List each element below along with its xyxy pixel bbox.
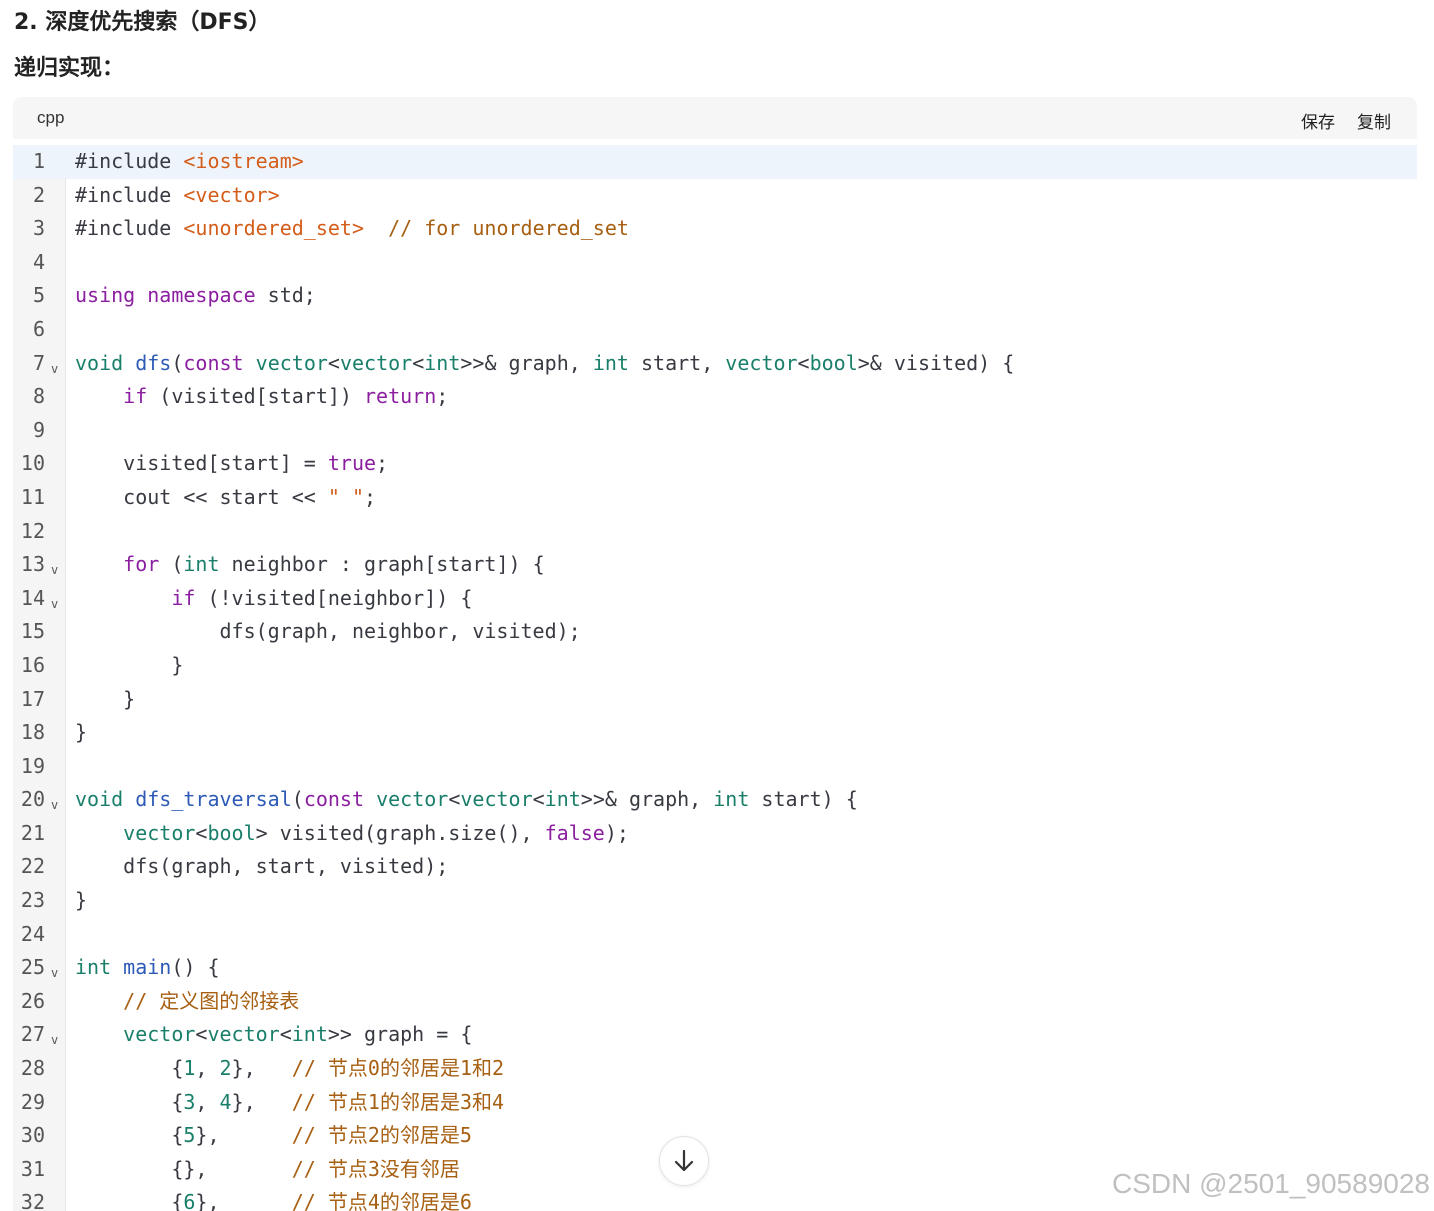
code-text: void dfs_traversal(const vector<vector<i… xyxy=(75,787,858,812)
code-line: 25 v int main() { xyxy=(13,951,1417,985)
code-text: {5}, // 节点2的邻居是5 xyxy=(75,1123,472,1148)
code-text: void dfs(const vector<vector<int>>& grap… xyxy=(75,350,1015,375)
code-line: 2 #include <vector> xyxy=(13,179,1417,213)
line-number: 27 xyxy=(20,1022,45,1047)
code-text: for (int neighbor : graph[start]) { xyxy=(123,552,545,577)
copy-button[interactable]: 复制 xyxy=(1357,108,1391,133)
line-number: 25 xyxy=(20,955,45,980)
code-text: } xyxy=(75,686,136,711)
subsection-heading: 递归实现： xyxy=(14,56,125,81)
code-line: 4 xyxy=(13,246,1417,280)
line-number: 26 xyxy=(20,988,45,1013)
code-text: int main() { xyxy=(75,955,220,980)
line-number: 30 xyxy=(20,1123,45,1148)
arrow-down-icon xyxy=(674,1149,694,1172)
code-text: vector<bool> visited(graph.size(), false… xyxy=(123,820,629,845)
code-text: dfs(graph, start, visited); xyxy=(75,854,449,879)
code-line: 30 {5}, // 节点2的邻居是5 xyxy=(13,1119,1417,1153)
line-number: 18 xyxy=(20,720,45,745)
code-line: 7 v void dfs(const vector<vector<int>>& gr… xyxy=(13,347,1417,381)
code-line: 19 xyxy=(13,750,1417,784)
line-number: 11 xyxy=(20,484,45,509)
code-line: 22 dfs(graph, start, visited); xyxy=(13,850,1417,884)
code-line: 27 v vector<vector<int>> graph = { xyxy=(13,1018,1417,1052)
line-number: 13 xyxy=(20,552,45,577)
code-line: 29 {3, 4}, // 节点1的邻居是3和4 xyxy=(13,1086,1417,1120)
code-line: 3 #include <unordered_set> // for unorder… xyxy=(13,212,1417,246)
line-number: 19 xyxy=(20,753,45,778)
code-text: // 定义图的邻接表 xyxy=(123,988,300,1013)
code-text: {6}, // 节点4的邻居是6 xyxy=(75,1190,472,1211)
code-line: 24 xyxy=(13,918,1417,952)
code-line: 9 xyxy=(13,414,1417,448)
code-line: 6 xyxy=(13,313,1417,347)
line-number: 10 xyxy=(20,451,45,476)
code-text: vector<vector<int>> graph = { xyxy=(123,1022,473,1047)
code-text: using namespace std; xyxy=(75,283,316,308)
line-number: 9 xyxy=(32,417,45,442)
line-number: 22 xyxy=(20,854,45,879)
code-line: 10 visited[start] = true; xyxy=(13,447,1417,481)
line-number: 5 xyxy=(32,283,45,308)
line-number: 7 xyxy=(32,350,45,375)
line-number: 32 xyxy=(20,1190,45,1211)
code-text: dfs(graph, neighbor, visited); xyxy=(75,619,581,644)
code-line: 20 v void dfs_traversal(const vector<vecto… xyxy=(13,783,1417,817)
line-number: 15 xyxy=(20,619,45,644)
line-number: 14 xyxy=(20,585,45,610)
line-number: 6 xyxy=(32,316,45,341)
code-line: 23} xyxy=(13,884,1417,918)
code-text: #include <vector> xyxy=(75,182,280,207)
code-line: 17 } xyxy=(13,683,1417,717)
code-line: 16 } xyxy=(13,649,1417,683)
code-line: 5 using namespace std; xyxy=(13,279,1417,313)
line-number: 1 xyxy=(32,149,45,173)
code-text: } xyxy=(75,888,88,913)
code-line: 1 #include <iostream> xyxy=(13,145,1417,179)
code-text: if (!visited[neighbor]) { xyxy=(171,585,473,610)
code-toolbar: cpp 保存 复制 xyxy=(13,97,1417,139)
code-text: {}, // 节点3没有邻居 xyxy=(75,1156,460,1181)
code-language-label: cpp xyxy=(37,108,65,127)
code-line: 21 vector<bool> visited(graph.size(), fa… xyxy=(13,817,1417,851)
watermark: CSDN @2501_90589028 xyxy=(1112,1168,1430,1199)
line-number: 2 xyxy=(32,182,45,207)
code-line: 18} xyxy=(13,716,1417,750)
line-number: 31 xyxy=(20,1156,45,1181)
line-number: 4 xyxy=(32,249,45,274)
code-line: 11 cout << start << " "; xyxy=(13,481,1417,515)
line-number: 29 xyxy=(20,1089,45,1114)
line-number: 17 xyxy=(20,686,45,711)
line-number: 23 xyxy=(20,888,45,913)
code-text: if (visited[start]) return; xyxy=(123,384,449,409)
code-text: {3, 4}, // 节点1的邻居是3和4 xyxy=(75,1089,505,1114)
code-block: cpp 保存 复制 1 #include <iostream> 2 #include … xyxy=(13,97,1417,1211)
code-text: cout << start << " "; xyxy=(75,484,377,509)
line-number: 21 xyxy=(20,820,45,845)
section-heading: 2. 深度优先搜索（DFS） xyxy=(14,10,271,35)
code-line: 8 if (visited[start]) return; xyxy=(13,380,1417,414)
code-line: 14 v if (!visited[neighbor]) { xyxy=(13,582,1417,616)
line-number: 16 xyxy=(20,652,45,677)
code-text: } xyxy=(75,652,184,677)
code-line: 26 // 定义图的邻接表 xyxy=(13,985,1417,1019)
code-text: } xyxy=(75,720,88,745)
code-text: #include <unordered_set> // for unordere… xyxy=(75,216,629,241)
line-number: 20 xyxy=(20,787,45,812)
line-number: 28 xyxy=(20,1056,45,1081)
code-content[interactable]: 1 #include <iostream> 2 #include <vector> 3 #… xyxy=(13,145,1417,1211)
save-button[interactable]: 保存 xyxy=(1301,108,1335,133)
code-text: visited[start] = true; xyxy=(75,451,389,476)
line-number: 12 xyxy=(20,518,45,543)
line-number: 3 xyxy=(32,216,45,241)
line-number: 24 xyxy=(20,921,45,946)
code-line: 12 xyxy=(13,515,1417,549)
code-line: 28 {1, 2}, // 节点0的邻居是1和2 xyxy=(13,1052,1417,1086)
scroll-to-bottom-button[interactable] xyxy=(659,1136,709,1186)
code-line: 13 v for (int neighbor : graph[start]) { xyxy=(13,548,1417,582)
code-line: 15 dfs(graph, neighbor, visited); xyxy=(13,615,1417,649)
code-text: #include <iostream> xyxy=(75,149,304,173)
line-number: 8 xyxy=(32,384,45,409)
code-text: {1, 2}, // 节点0的邻居是1和2 xyxy=(75,1056,505,1081)
